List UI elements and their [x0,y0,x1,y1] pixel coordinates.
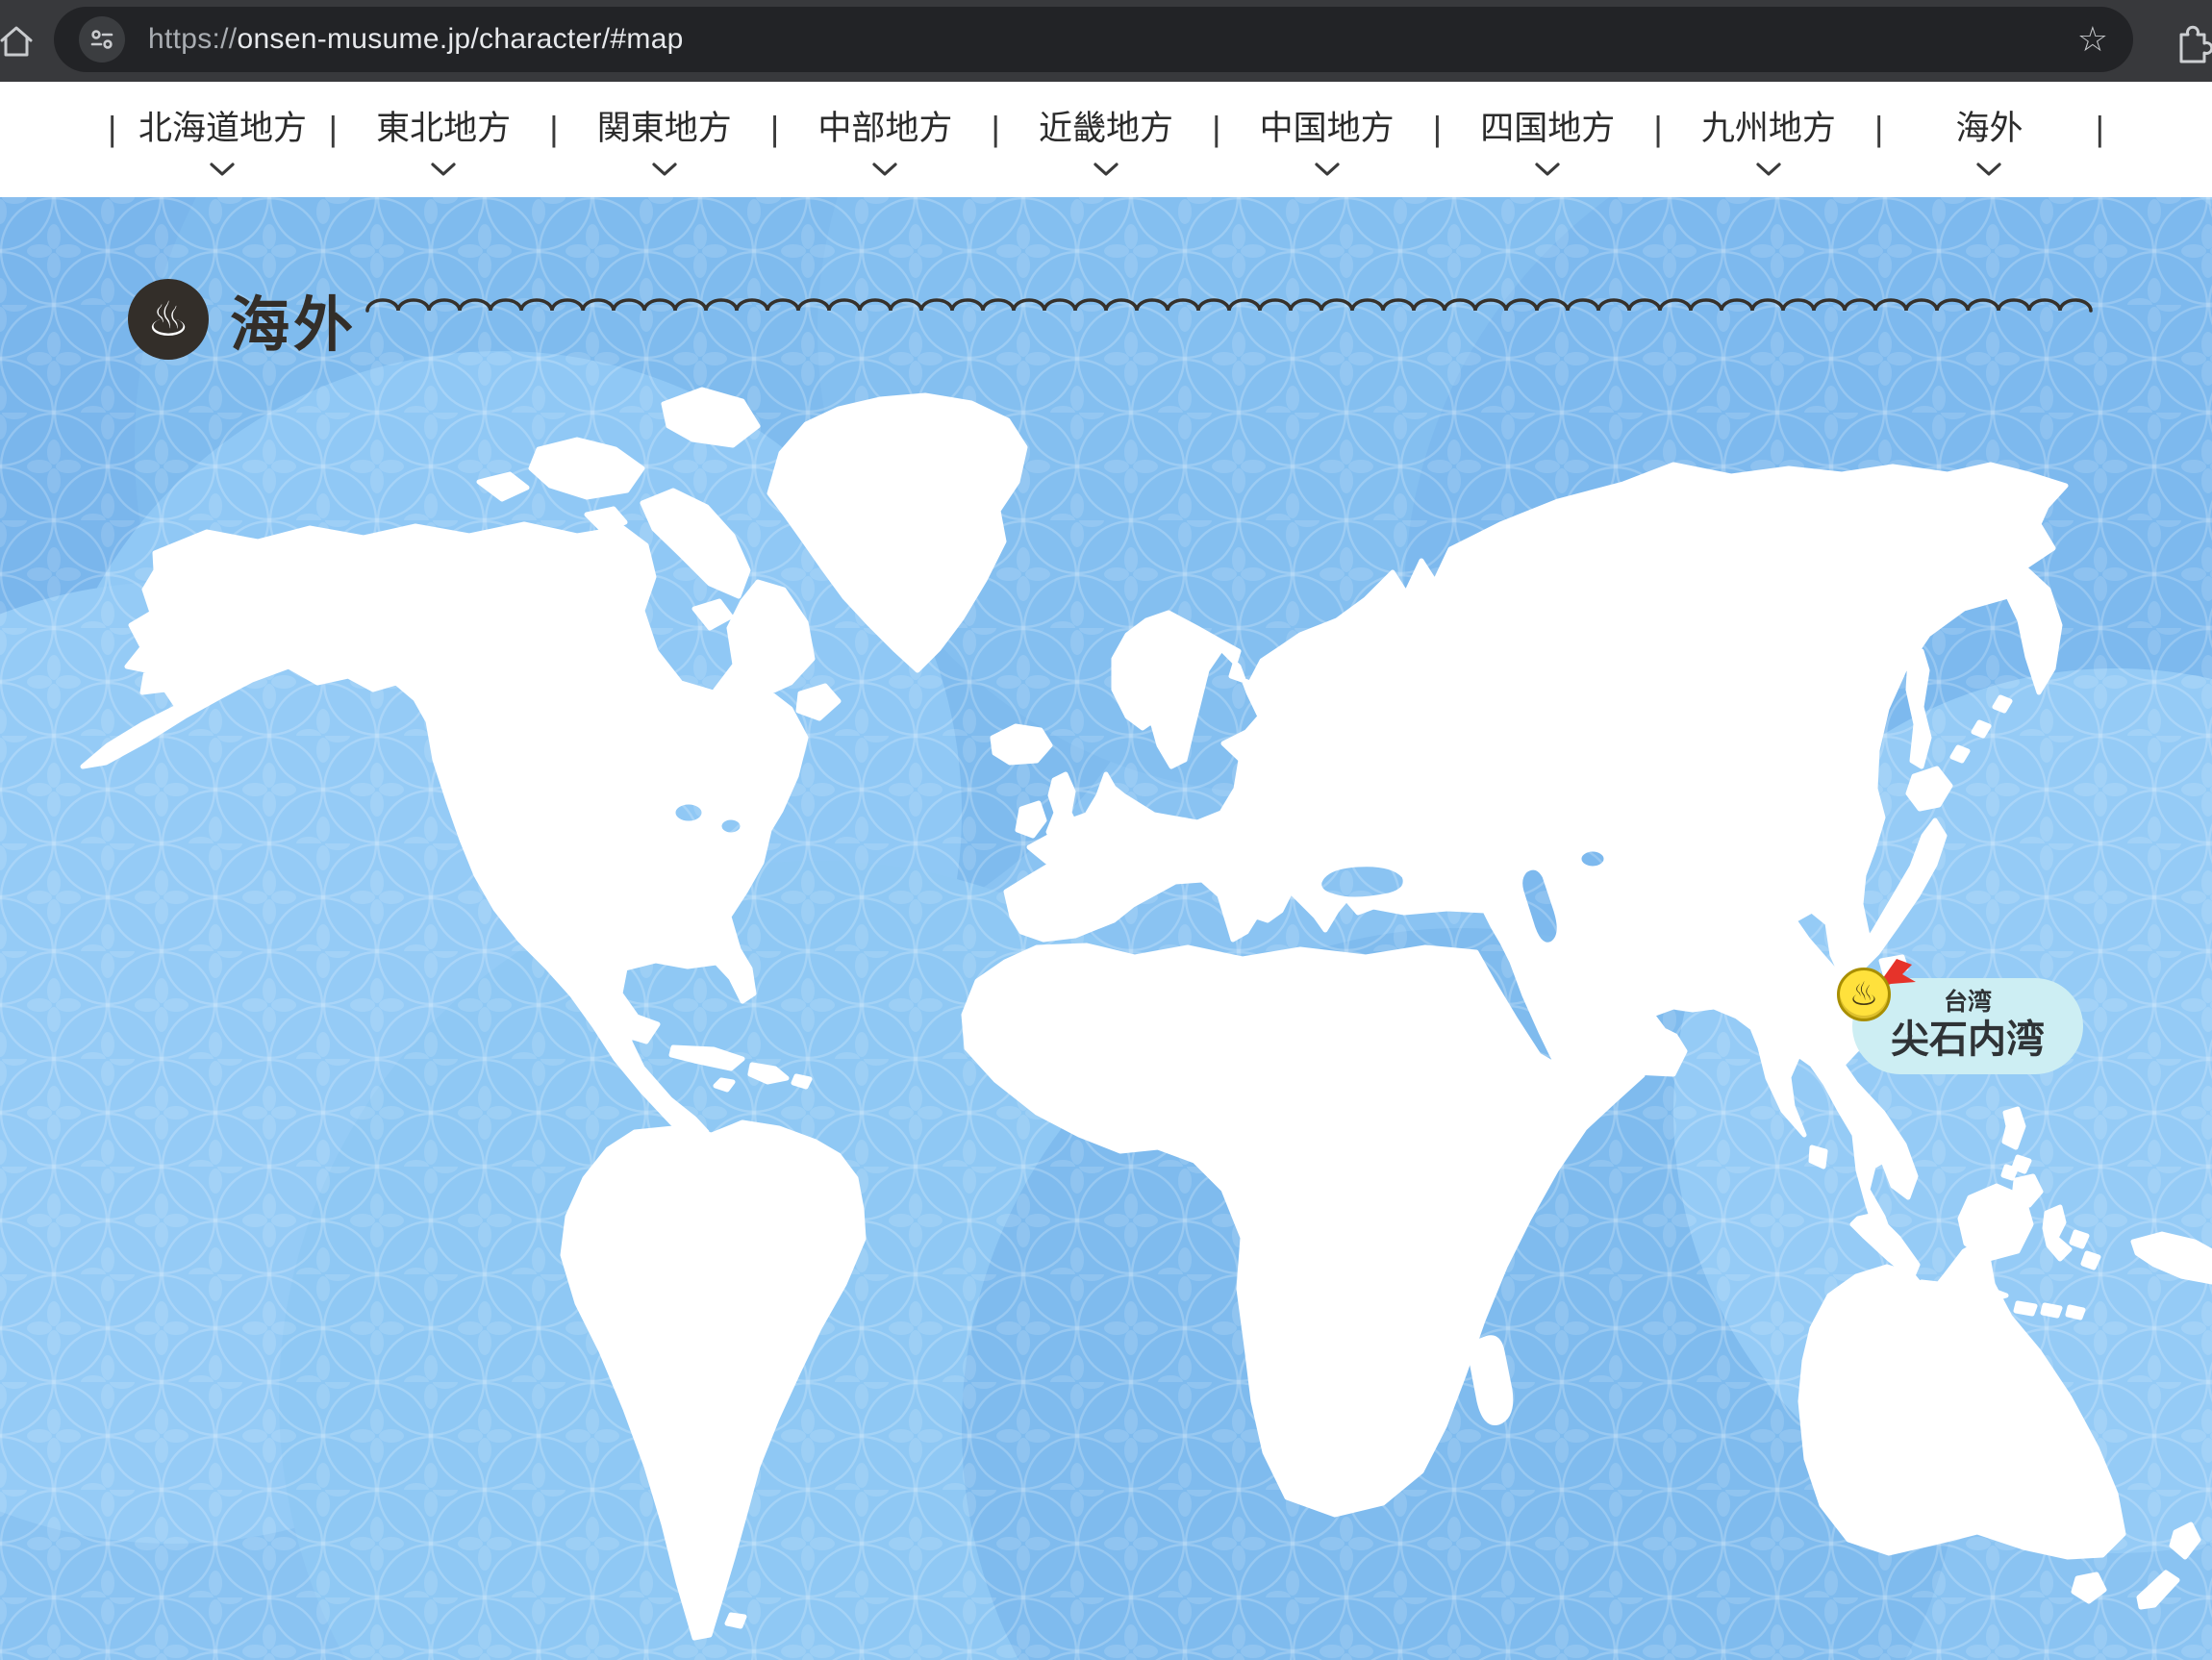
nav-item-kanto[interactable]: 関東地方 [559,107,770,176]
nav-separator: | [108,107,116,151]
nav-item-label: 北海道地方 [138,107,307,151]
chevron-down-icon [1976,163,2001,176]
chevron-down-icon [210,163,235,176]
overseas-heading: ♨ 海外 [128,276,357,363]
url-text[interactable]: https://onsen-musume.jp/character/#map [148,23,2077,56]
chevron-down-icon [872,163,897,176]
site-info-icon[interactable] [79,16,125,63]
nav-separator: | [329,107,338,151]
islands-caribbean [671,1047,810,1090]
continent-australia [1800,1244,2124,1601]
chevron-down-icon [652,163,677,176]
nav-item-label: 中部地方 [817,107,952,151]
bookmark-star-icon[interactable]: ☆ [2077,22,2108,57]
island-madagascar [1471,1338,1511,1423]
overseas-title: 海外 [230,276,357,363]
island-iceland [993,726,1050,763]
onsen-symbol: ♨ [1849,975,1878,1014]
nav-item-label: 九州地方 [1701,107,1836,151]
onsen-icon: ♨ [128,279,209,360]
nav-item-label: 近畿地方 [1039,107,1173,151]
nav-separator: | [549,107,558,151]
nav-item-chugoku[interactable]: 中国地方 [1220,107,1432,176]
nav-separator: | [1433,107,1442,151]
map-marker-onsen[interactable]: ♨ [1837,968,1891,1021]
chevron-down-icon [1315,163,1340,176]
nav-item-kyushu[interactable]: 九州地方 [1663,107,1874,176]
url-path: onsen-musume.jp/character/#map [237,23,683,55]
nav-separator: | [992,107,1000,151]
nav-item-label: 海外 [1955,107,2023,151]
nav-item-hokkaido[interactable]: 北海道地方 [116,107,328,176]
onsen-symbol: ♨ [147,291,190,347]
nav-separator: | [770,107,779,151]
nav-item-chubu[interactable]: 中部地方 [779,107,991,176]
chevron-down-icon [431,163,456,176]
nav-item-label: 東北地方 [376,107,511,151]
nav-item-tohoku[interactable]: 東北地方 [338,107,549,176]
chevron-down-icon [1093,163,1119,176]
spot-name-label: 尖石内湾 [1852,1017,2083,1063]
world-map-section: ♨ 海外 台湾 尖石内湾 ♨ [0,197,2212,1660]
chevron-down-icon [1535,163,1560,176]
url-bar[interactable]: https://onsen-musume.jp/character/#map ☆ [54,7,2133,72]
continent-south-america [563,1122,864,1638]
url-scheme: https:// [148,23,237,55]
nav-item-overseas[interactable]: 海外 [1883,107,2095,176]
extensions-puzzle-icon[interactable] [2168,17,2212,65]
wave-line [364,286,2095,320]
nav-item-label: 中国地方 [1260,107,1395,151]
nav-item-label: 関東地方 [597,107,732,151]
nav-separator: | [1212,107,1220,151]
nav-item-shikoku[interactable]: 四国地方 [1442,107,1653,176]
islands-new-zealand [2139,1524,2199,1607]
nav-separator: | [2096,107,2104,151]
region-nav: | 北海道地方 | 東北地方 | 関東地方 | 中部地方 | 近畿地方 | 中国地方 | 四国地方 | 九州地… [0,82,2212,197]
browser-address-bar: https://onsen-musume.jp/character/#map ☆ [0,0,2212,82]
world-map [0,197,2212,1660]
chevron-down-icon [1756,163,1781,176]
home-icon[interactable] [0,19,38,63]
nav-item-label: 四国地方 [1480,107,1615,151]
nav-separator: | [1874,107,1883,151]
nav-item-kinki[interactable]: 近畿地方 [1000,107,1212,176]
nav-separator: | [1653,107,1662,151]
